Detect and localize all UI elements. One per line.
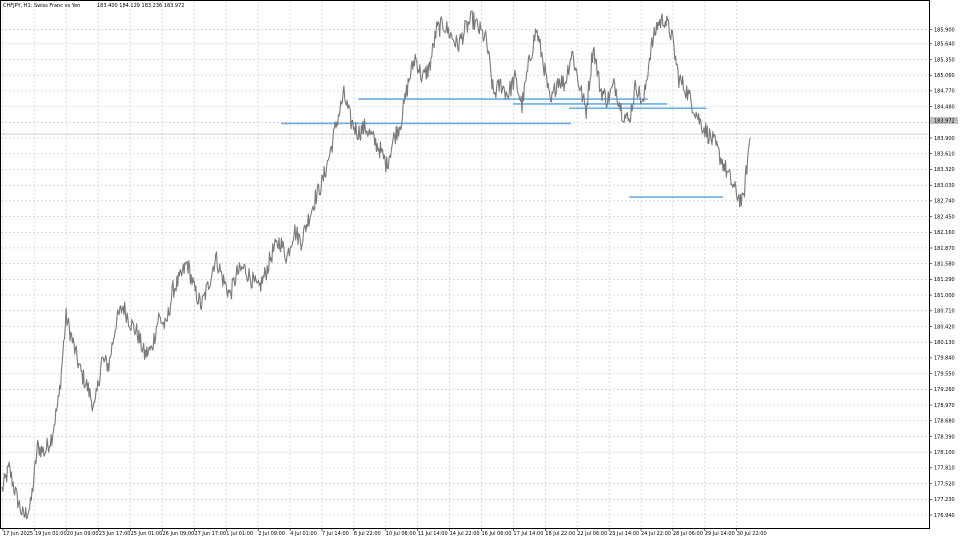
- x-tick-label: 17 Jul 14:00: [513, 531, 543, 537]
- x-tick-label: 11 Jul 14:00: [418, 531, 448, 537]
- y-tick-label: 183.030: [934, 183, 955, 189]
- y-tick-label: 183.610: [934, 152, 955, 158]
- y-tick-label: 185.640: [934, 42, 955, 48]
- x-tick-label: 23 Jul 14:00: [609, 531, 639, 537]
- x-tick-label: 23 Jun 17:00: [99, 531, 131, 537]
- y-tick-label: 182.160: [934, 230, 955, 236]
- x-tick-label: 2 Jul 09:00: [258, 531, 285, 537]
- x-tick-label: 20 Jun 09:00: [67, 531, 99, 537]
- y-tick-label: 181.000: [934, 293, 955, 299]
- x-tick-label: 26 Jun 09:00: [163, 531, 195, 537]
- x-tick-label: 24 Jul 22:00: [641, 531, 671, 537]
- y-tick-label: 181.580: [934, 261, 955, 267]
- x-tick-label: 1 Jul 01:00: [226, 531, 253, 537]
- y-tick-label: 183.900: [934, 136, 955, 142]
- y-tick-label: 184.770: [934, 89, 955, 95]
- y-tick-label: 178.390: [934, 434, 955, 440]
- x-tick-label: 27 Jun 17:00: [194, 531, 226, 537]
- chart-background: [0, 0, 960, 540]
- current-price-marker: 183.972: [930, 117, 958, 125]
- y-tick-label: 181.290: [934, 277, 955, 283]
- y-tick-label: 183.320: [934, 167, 955, 173]
- y-tick-label: 179.550: [934, 371, 955, 377]
- y-tick-label: 179.840: [934, 356, 955, 362]
- y-tick-label: 177.230: [934, 497, 955, 503]
- y-tick-label: 178.970: [934, 403, 955, 409]
- ohlc-readout: 183.400 184.129 183.236 183.972: [97, 3, 184, 9]
- y-tick-label: 179.260: [934, 387, 955, 393]
- y-tick-label: 176.940: [934, 513, 955, 519]
- y-tick-label: 180.420: [934, 324, 955, 330]
- y-tick-label: 178.100: [934, 450, 955, 456]
- y-tick-label: 185.900: [934, 28, 955, 34]
- x-tick-label: 22 Jul 06:00: [577, 531, 607, 537]
- x-tick-label: 19 Jun 01:00: [35, 531, 67, 537]
- current-price-label: 183.972: [934, 119, 955, 125]
- y-tick-label: 182.740: [934, 199, 955, 205]
- x-tick-label: 18 Jul 22:00: [545, 531, 575, 537]
- y-tick-label: 181.870: [934, 246, 955, 252]
- x-tick-label: 4 Jul 01:00: [290, 531, 317, 537]
- y-tick-label: 177.520: [934, 481, 955, 487]
- y-tick-label: 177.810: [934, 466, 955, 472]
- x-tick-label: 7 Jul 14:00: [322, 531, 349, 537]
- x-tick-label: 17 Jun 2025: [3, 531, 33, 537]
- y-tick-label: 185.060: [934, 73, 955, 79]
- chart-canvas[interactable]: 185.900 185.640 185.350 185.060 184.770 184.4…: [0, 0, 960, 540]
- x-tick-label: 30 Jul 22:00: [737, 531, 767, 537]
- x-tick-label: 14 Jul 22:00: [450, 531, 480, 537]
- y-tick-label: 182.450: [934, 214, 955, 220]
- x-tick-label: 29 Jul 14:00: [705, 531, 735, 537]
- x-tick-label: 25 Jun 01:00: [131, 531, 163, 537]
- chart-title: CHFJPY, H1: Swiss Franc vs Yen: [3, 3, 80, 9]
- y-tick-label: 180.130: [934, 340, 955, 346]
- y-tick-label: 185.350: [934, 57, 955, 63]
- x-tick-label: 16 Jul 06:00: [482, 531, 512, 537]
- x-tick-label: 10 Jul 06:00: [386, 531, 416, 537]
- x-tick-label: 28 Jul 06:00: [673, 531, 703, 537]
- y-tick-label: 184.480: [934, 104, 955, 110]
- y-tick-label: 180.710: [934, 309, 955, 315]
- y-tick-label: 178.680: [934, 419, 955, 425]
- x-tick-label: 8 Jul 22:00: [354, 531, 381, 537]
